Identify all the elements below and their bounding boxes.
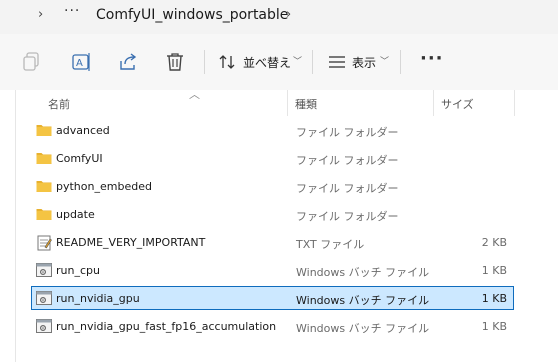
column-divider[interactable] bbox=[433, 90, 434, 116]
file-row-selected[interactable]: run_nvidia_gpu Windows バッチ ファイル 1 KB bbox=[31, 286, 514, 310]
batch-file-icon bbox=[36, 263, 52, 280]
file-type: ファイル フォルダー bbox=[296, 182, 399, 195]
trash-icon[interactable] bbox=[166, 52, 184, 72]
file-name: run_nvidia_gpu_fast_fp16_accumulation bbox=[56, 320, 277, 333]
view-list-icon[interactable] bbox=[329, 56, 345, 68]
more-options-button[interactable]: ··· bbox=[420, 48, 444, 69]
file-type: ファイル フォルダー bbox=[296, 210, 399, 223]
file-row[interactable]: python_embeded ファイル フォルダー bbox=[31, 174, 514, 198]
file-name: python_embeded bbox=[56, 180, 152, 193]
file-type: ファイル フォルダー bbox=[296, 126, 399, 139]
file-row[interactable]: update ファイル フォルダー bbox=[31, 202, 514, 226]
file-type: Windows バッチ ファイル bbox=[296, 294, 430, 307]
rename-icon[interactable]: A bbox=[72, 52, 92, 72]
file-name: advanced bbox=[56, 124, 110, 137]
batch-file-icon bbox=[36, 291, 52, 308]
folder-icon bbox=[36, 207, 52, 224]
folder-icon bbox=[36, 179, 52, 196]
column-size[interactable]: サイズ bbox=[441, 96, 474, 112]
file-type: Windows バッチ ファイル bbox=[296, 266, 430, 279]
folder-icon bbox=[36, 123, 52, 140]
file-size: 1 KB bbox=[481, 292, 507, 305]
file-type: Windows バッチ ファイル bbox=[296, 322, 430, 335]
navigation-pane-edge bbox=[15, 90, 16, 362]
file-size: 1 KB bbox=[481, 264, 507, 277]
text-file-icon bbox=[36, 235, 52, 254]
file-name: README_VERY_IMPORTANT bbox=[56, 236, 206, 249]
folder-icon bbox=[36, 151, 52, 168]
file-name: run_cpu bbox=[56, 264, 100, 277]
toolbar-divider bbox=[204, 50, 205, 74]
batch-file-icon bbox=[36, 319, 52, 336]
file-type: ファイル フォルダー bbox=[296, 154, 399, 167]
toolbar-divider bbox=[312, 50, 313, 74]
file-name: ComfyUI bbox=[56, 152, 103, 165]
file-size: 1 KB bbox=[481, 320, 507, 333]
file-row[interactable]: ComfyUI ファイル フォルダー bbox=[31, 146, 514, 170]
breadcrumb-overflow-button[interactable]: ··· bbox=[64, 3, 80, 19]
file-size: 2 KB bbox=[481, 236, 507, 249]
chevron-right-icon[interactable]: › bbox=[286, 7, 291, 22]
breadcrumb-bar: › ··· ComfyUI_windows_portable › bbox=[0, 0, 558, 34]
file-row[interactable]: run_nvidia_gpu_fast_fp16_accumulation Wi… bbox=[31, 314, 514, 338]
sort-ascending-icon: ︿ bbox=[189, 88, 200, 101]
chevron-down-icon[interactable]: ﹀ bbox=[293, 54, 302, 67]
view-button[interactable]: 表示 bbox=[352, 54, 376, 71]
file-name: run_nvidia_gpu bbox=[56, 292, 140, 305]
file-row[interactable]: run_cpu Windows バッチ ファイル 1 KB bbox=[31, 258, 514, 282]
chevron-right-icon[interactable]: › bbox=[38, 7, 43, 22]
file-row[interactable]: README_VERY_IMPORTANT TXT ファイル 2 KB bbox=[31, 230, 514, 254]
file-type: TXT ファイル bbox=[296, 238, 365, 251]
sort-button[interactable]: 並べ替え bbox=[243, 54, 291, 71]
file-row[interactable]: advanced ファイル フォルダー bbox=[31, 118, 514, 142]
sort-icon[interactable] bbox=[219, 54, 235, 70]
svg-text:A: A bbox=[76, 58, 83, 69]
column-type[interactable]: 種類 bbox=[295, 96, 317, 112]
column-header: ︿ 名前 種類 サイズ bbox=[31, 88, 558, 116]
chevron-down-icon[interactable]: ﹀ bbox=[380, 54, 389, 67]
command-bar: A 並べ替え ﹀ 表示 ﹀ ··· bbox=[0, 34, 558, 90]
column-divider[interactable] bbox=[514, 90, 515, 116]
toolbar-divider bbox=[400, 50, 401, 74]
share-icon[interactable] bbox=[118, 52, 138, 72]
column-name[interactable]: 名前 bbox=[48, 96, 70, 112]
breadcrumb-current-folder[interactable]: ComfyUI_windows_portable bbox=[96, 7, 288, 23]
file-name: update bbox=[56, 208, 95, 221]
copy-icon[interactable] bbox=[22, 52, 40, 72]
column-divider[interactable] bbox=[287, 90, 288, 116]
